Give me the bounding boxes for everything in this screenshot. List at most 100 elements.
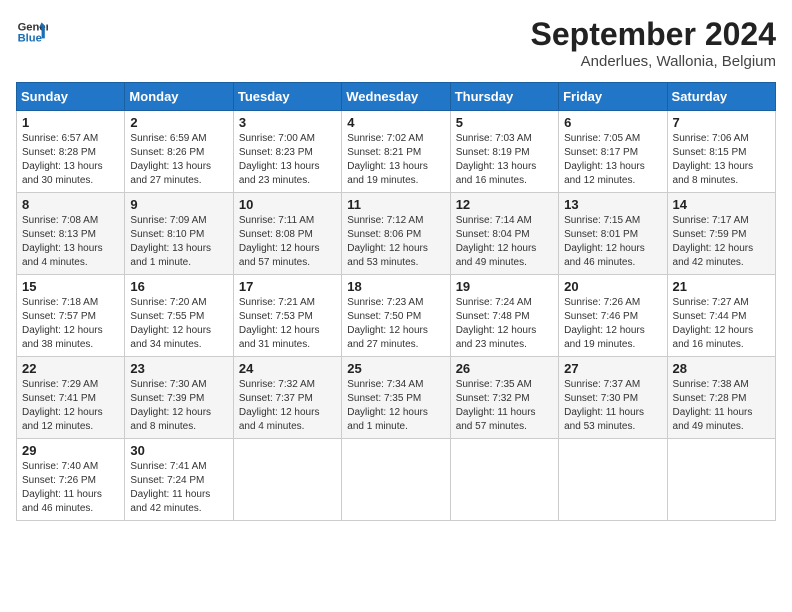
calendar-cell: 25 Sunrise: 7:34 AM Sunset: 7:35 PM Dayl… [342,357,450,439]
day-detail: Sunrise: 6:57 AM Sunset: 8:28 PM Dayligh… [22,132,119,188]
day-number: 24 [239,361,336,376]
day-number: 15 [22,279,119,294]
day-detail: Sunrise: 7:21 AM Sunset: 7:53 PM Dayligh… [239,296,336,352]
calendar-cell: 20 Sunrise: 7:26 AM Sunset: 7:46 PM Dayl… [559,275,667,357]
calendar-cell: 24 Sunrise: 7:32 AM Sunset: 7:37 PM Dayl… [233,357,341,439]
calendar-cell: 28 Sunrise: 7:38 AM Sunset: 7:28 PM Dayl… [667,357,775,439]
calendar-cell: 27 Sunrise: 7:37 AM Sunset: 7:30 PM Dayl… [559,357,667,439]
day-detail: Sunrise: 7:20 AM Sunset: 7:55 PM Dayligh… [130,296,227,352]
day-number: 23 [130,361,227,376]
day-of-week-header: Tuesday [233,83,341,111]
calendar-week-row: 8 Sunrise: 7:08 AM Sunset: 8:13 PM Dayli… [17,193,776,275]
calendar-cell: 30 Sunrise: 7:41 AM Sunset: 7:24 PM Dayl… [125,439,233,521]
day-of-week-header: Sunday [17,83,125,111]
calendar-cell: 26 Sunrise: 7:35 AM Sunset: 7:32 PM Dayl… [450,357,558,439]
day-detail: Sunrise: 7:23 AM Sunset: 7:50 PM Dayligh… [347,296,444,352]
day-number: 4 [347,115,444,130]
calendar-week-row: 1 Sunrise: 6:57 AM Sunset: 8:28 PM Dayli… [17,111,776,193]
day-detail: Sunrise: 7:11 AM Sunset: 8:08 PM Dayligh… [239,214,336,270]
day-detail: Sunrise: 7:15 AM Sunset: 8:01 PM Dayligh… [564,214,661,270]
month-year-title: September 2024 [531,16,776,53]
day-detail: Sunrise: 7:02 AM Sunset: 8:21 PM Dayligh… [347,132,444,188]
calendar-cell [559,439,667,521]
day-number: 2 [130,115,227,130]
day-detail: Sunrise: 6:59 AM Sunset: 8:26 PM Dayligh… [130,132,227,188]
calendar-cell [342,439,450,521]
day-detail: Sunrise: 7:29 AM Sunset: 7:41 PM Dayligh… [22,378,119,434]
day-detail: Sunrise: 7:26 AM Sunset: 7:46 PM Dayligh… [564,296,661,352]
calendar-cell: 12 Sunrise: 7:14 AM Sunset: 8:04 PM Dayl… [450,193,558,275]
day-detail: Sunrise: 7:06 AM Sunset: 8:15 PM Dayligh… [673,132,770,188]
day-number: 9 [130,197,227,212]
calendar-cell: 14 Sunrise: 7:17 AM Sunset: 7:59 PM Dayl… [667,193,775,275]
day-number: 21 [673,279,770,294]
day-detail: Sunrise: 7:12 AM Sunset: 8:06 PM Dayligh… [347,214,444,270]
day-detail: Sunrise: 7:24 AM Sunset: 7:48 PM Dayligh… [456,296,553,352]
day-number: 11 [347,197,444,212]
day-number: 27 [564,361,661,376]
calendar-cell: 21 Sunrise: 7:27 AM Sunset: 7:44 PM Dayl… [667,275,775,357]
calendar-week-row: 15 Sunrise: 7:18 AM Sunset: 7:57 PM Dayl… [17,275,776,357]
day-number: 30 [130,443,227,458]
calendar-cell: 29 Sunrise: 7:40 AM Sunset: 7:26 PM Dayl… [17,439,125,521]
svg-text:Blue: Blue [18,33,42,45]
calendar-cell: 13 Sunrise: 7:15 AM Sunset: 8:01 PM Dayl… [559,193,667,275]
day-detail: Sunrise: 7:14 AM Sunset: 8:04 PM Dayligh… [456,214,553,270]
calendar-cell: 17 Sunrise: 7:21 AM Sunset: 7:53 PM Dayl… [233,275,341,357]
day-detail: Sunrise: 7:03 AM Sunset: 8:19 PM Dayligh… [456,132,553,188]
day-number: 25 [347,361,444,376]
day-detail: Sunrise: 7:17 AM Sunset: 7:59 PM Dayligh… [673,214,770,270]
day-of-week-header: Thursday [450,83,558,111]
calendar-cell: 2 Sunrise: 6:59 AM Sunset: 8:26 PM Dayli… [125,111,233,193]
calendar-cell: 5 Sunrise: 7:03 AM Sunset: 8:19 PM Dayli… [450,111,558,193]
day-detail: Sunrise: 7:00 AM Sunset: 8:23 PM Dayligh… [239,132,336,188]
day-number: 16 [130,279,227,294]
day-number: 28 [673,361,770,376]
calendar-header-row: SundayMondayTuesdayWednesdayThursdayFrid… [17,83,776,111]
calendar-week-row: 22 Sunrise: 7:29 AM Sunset: 7:41 PM Dayl… [17,357,776,439]
day-detail: Sunrise: 7:40 AM Sunset: 7:26 PM Dayligh… [22,460,119,516]
calendar-cell: 11 Sunrise: 7:12 AM Sunset: 8:06 PM Dayl… [342,193,450,275]
calendar-cell: 19 Sunrise: 7:24 AM Sunset: 7:48 PM Dayl… [450,275,558,357]
logo-icon: General Blue [16,16,48,48]
location-subtitle: Anderlues, Wallonia, Belgium [531,53,776,70]
day-of-week-header: Friday [559,83,667,111]
calendar-cell: 4 Sunrise: 7:02 AM Sunset: 8:21 PM Dayli… [342,111,450,193]
calendar-cell: 16 Sunrise: 7:20 AM Sunset: 7:55 PM Dayl… [125,275,233,357]
day-detail: Sunrise: 7:38 AM Sunset: 7:28 PM Dayligh… [673,378,770,434]
calendar-cell [233,439,341,521]
day-number: 3 [239,115,336,130]
day-number: 19 [456,279,553,294]
day-number: 7 [673,115,770,130]
day-detail: Sunrise: 7:32 AM Sunset: 7:37 PM Dayligh… [239,378,336,434]
calendar-cell: 1 Sunrise: 6:57 AM Sunset: 8:28 PM Dayli… [17,111,125,193]
day-number: 14 [673,197,770,212]
day-detail: Sunrise: 7:35 AM Sunset: 7:32 PM Dayligh… [456,378,553,434]
day-number: 17 [239,279,336,294]
day-detail: Sunrise: 7:34 AM Sunset: 7:35 PM Dayligh… [347,378,444,434]
day-number: 10 [239,197,336,212]
day-of-week-header: Saturday [667,83,775,111]
day-detail: Sunrise: 7:37 AM Sunset: 7:30 PM Dayligh… [564,378,661,434]
day-detail: Sunrise: 7:30 AM Sunset: 7:39 PM Dayligh… [130,378,227,434]
calendar-cell: 8 Sunrise: 7:08 AM Sunset: 8:13 PM Dayli… [17,193,125,275]
day-number: 12 [456,197,553,212]
day-number: 20 [564,279,661,294]
day-detail: Sunrise: 7:18 AM Sunset: 7:57 PM Dayligh… [22,296,119,352]
day-number: 18 [347,279,444,294]
title-area: September 2024 Anderlues, Wallonia, Belg… [531,16,776,70]
day-detail: Sunrise: 7:41 AM Sunset: 7:24 PM Dayligh… [130,460,227,516]
calendar-cell: 6 Sunrise: 7:05 AM Sunset: 8:17 PM Dayli… [559,111,667,193]
day-number: 22 [22,361,119,376]
calendar-cell: 3 Sunrise: 7:00 AM Sunset: 8:23 PM Dayli… [233,111,341,193]
day-number: 6 [564,115,661,130]
day-detail: Sunrise: 7:09 AM Sunset: 8:10 PM Dayligh… [130,214,227,270]
calendar-cell: 9 Sunrise: 7:09 AM Sunset: 8:10 PM Dayli… [125,193,233,275]
day-number: 1 [22,115,119,130]
calendar-week-row: 29 Sunrise: 7:40 AM Sunset: 7:26 PM Dayl… [17,439,776,521]
day-detail: Sunrise: 7:08 AM Sunset: 8:13 PM Dayligh… [22,214,119,270]
page-header: General Blue September 2024 Anderlues, W… [16,16,776,70]
calendar-cell: 10 Sunrise: 7:11 AM Sunset: 8:08 PM Dayl… [233,193,341,275]
day-number: 8 [22,197,119,212]
calendar-cell [450,439,558,521]
